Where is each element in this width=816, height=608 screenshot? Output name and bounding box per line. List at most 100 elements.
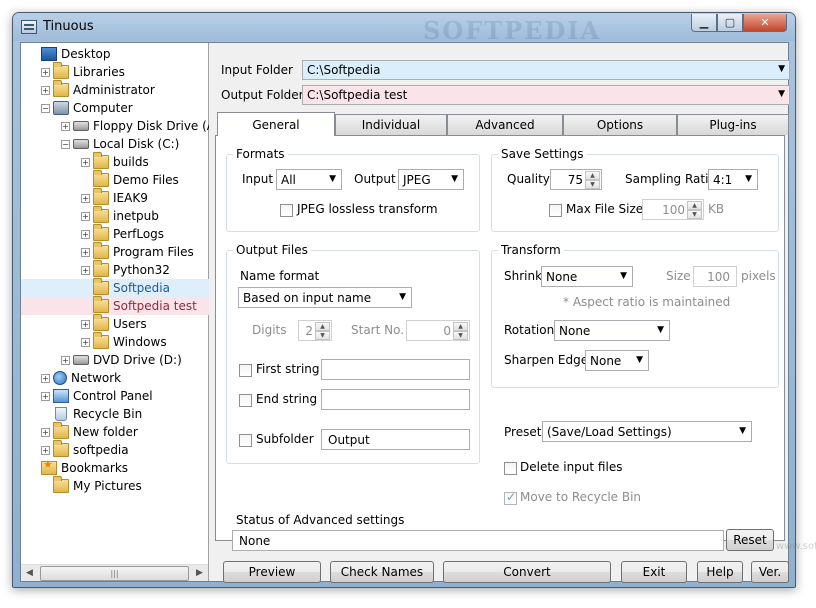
max-file-size-spinner[interactable]: 100 ▲ ▼ bbox=[642, 199, 704, 220]
tree-item[interactable]: − Computer bbox=[21, 99, 209, 117]
subfolder-input[interactable]: Output bbox=[321, 429, 470, 450]
check-names-button[interactable]: Check Names bbox=[330, 561, 434, 583]
spin-down-icon[interactable]: ▼ bbox=[453, 331, 468, 340]
subfolder-checkbox[interactable] bbox=[239, 434, 252, 447]
title-bar[interactable]: Tinuous SOFTPEDIA ▁ ▢ ✕ bbox=[13, 13, 795, 45]
help-button[interactable]: Help bbox=[697, 561, 743, 583]
preset-select[interactable]: (Save/Load Settings) ▼ bbox=[542, 421, 752, 442]
tree-item[interactable]: + softpedia bbox=[21, 440, 209, 459]
first-string-checkbox[interactable] bbox=[239, 364, 252, 377]
maximize-button[interactable]: ▢ bbox=[717, 14, 743, 32]
reset-button[interactable]: Reset bbox=[726, 529, 774, 551]
tree-item[interactable]: + New folder bbox=[21, 422, 209, 441]
tree-item[interactable]: My Pictures bbox=[21, 476, 209, 495]
expand-icon[interactable]: + bbox=[61, 355, 70, 365]
output-format-select[interactable]: JPEG ▼ bbox=[398, 169, 464, 190]
tree-item[interactable]: + PerfLogs bbox=[21, 224, 209, 243]
expand-icon[interactable]: + bbox=[41, 391, 50, 401]
tab-plug-ins[interactable]: Plug-ins bbox=[677, 114, 789, 135]
start-no-spinner[interactable]: 0 ▲ ▼ bbox=[406, 320, 470, 341]
spinner-buttons[interactable]: ▲ ▼ bbox=[585, 171, 600, 189]
tree-item[interactable]: + Program Files bbox=[21, 242, 209, 261]
minimize-button[interactable]: ▁ bbox=[691, 14, 717, 32]
spin-down-icon[interactable]: ▼ bbox=[585, 180, 600, 189]
scroll-right-icon[interactable]: ▶ bbox=[191, 565, 208, 582]
tree-item[interactable]: + Users bbox=[21, 314, 209, 333]
tab-options[interactable]: Options bbox=[563, 114, 677, 135]
delete-input-files-checkbox[interactable] bbox=[504, 462, 517, 475]
tree-item[interactable]: Desktop bbox=[21, 45, 209, 63]
move-to-recycle-bin-checkbox[interactable] bbox=[504, 490, 517, 505]
tree-item[interactable]: Demo Files bbox=[21, 170, 209, 189]
tab-advanced[interactable]: Advanced bbox=[447, 114, 563, 135]
spin-down-icon[interactable]: ▼ bbox=[315, 331, 330, 340]
size-input[interactable]: 100 bbox=[693, 266, 737, 287]
tree-item[interactable]: + Floppy Disk Drive (A:) bbox=[21, 117, 209, 135]
expand-icon[interactable]: + bbox=[61, 121, 70, 131]
subfolder-label[interactable]: Subfolder bbox=[256, 432, 314, 446]
close-button[interactable]: ✕ bbox=[743, 14, 787, 32]
expand-icon[interactable]: + bbox=[41, 85, 50, 95]
tree-item[interactable]: + inetpub bbox=[21, 206, 209, 225]
expand-icon[interactable]: + bbox=[81, 193, 90, 203]
tree-item[interactable]: + Python32 bbox=[21, 260, 209, 279]
end-string-checkbox[interactable] bbox=[239, 394, 252, 407]
tree-horizontal-scrollbar[interactable]: ◀ ||| ▶ bbox=[21, 564, 208, 581]
exit-button[interactable]: Exit bbox=[621, 561, 687, 583]
spinner-buttons[interactable]: ▲ ▼ bbox=[315, 322, 330, 340]
tree-item[interactable]: + DVD Drive (D:) bbox=[21, 351, 209, 369]
tree-item[interactable]: + Libraries bbox=[21, 62, 209, 81]
expand-icon[interactable]: + bbox=[81, 337, 90, 347]
spin-up-icon[interactable]: ▲ bbox=[687, 201, 702, 210]
rotation-select[interactable]: None ▼ bbox=[554, 320, 670, 341]
input-format-select[interactable]: All ▼ bbox=[276, 169, 342, 190]
max-file-size-label[interactable]: Max File Size bbox=[566, 202, 643, 216]
spin-up-icon[interactable]: ▲ bbox=[315, 322, 330, 331]
expand-icon[interactable]: + bbox=[41, 445, 50, 455]
chevron-down-icon[interactable]: ▼ bbox=[778, 64, 785, 74]
first-string-input[interactable] bbox=[321, 359, 470, 380]
collapse-icon[interactable]: − bbox=[41, 103, 50, 113]
tab-general[interactable]: General bbox=[217, 112, 335, 136]
move-to-recycle-bin-label[interactable]: Move to Recycle Bin bbox=[520, 490, 641, 504]
preview-button[interactable]: Preview bbox=[223, 561, 321, 583]
quality-spinner[interactable]: 75 ▲ ▼ bbox=[550, 169, 602, 190]
sharpen-edge-select[interactable]: None ▼ bbox=[585, 350, 649, 371]
spin-down-icon[interactable]: ▼ bbox=[687, 210, 702, 219]
tree-item[interactable]: Recycle Bin bbox=[21, 405, 209, 423]
expand-icon[interactable]: + bbox=[81, 265, 90, 275]
end-string-input[interactable] bbox=[321, 389, 470, 410]
convert-button[interactable]: Convert bbox=[443, 561, 611, 583]
expand-icon[interactable]: + bbox=[81, 157, 90, 167]
name-format-select[interactable]: Based on input name ▼ bbox=[238, 287, 412, 308]
tree-item[interactable]: Softpedia test bbox=[21, 296, 209, 315]
scroll-thumb[interactable]: ||| bbox=[40, 565, 189, 581]
end-string-label[interactable]: End string bbox=[256, 392, 317, 406]
ver-button[interactable]: Ver. bbox=[751, 561, 789, 583]
tree-item[interactable]: Softpedia bbox=[21, 278, 209, 297]
tree-item[interactable]: + Windows bbox=[21, 332, 209, 351]
tree-item[interactable]: + Network bbox=[21, 369, 209, 387]
expand-icon[interactable]: + bbox=[41, 67, 50, 77]
spin-up-icon[interactable]: ▲ bbox=[453, 322, 468, 331]
chevron-down-icon[interactable]: ▼ bbox=[778, 89, 785, 99]
input-folder-combo[interactable]: C:\Softpedia ▼ bbox=[302, 60, 790, 80]
expand-icon[interactable]: + bbox=[81, 211, 90, 221]
delete-input-files-label[interactable]: Delete input files bbox=[520, 460, 622, 474]
tree-item[interactable]: + builds bbox=[21, 152, 209, 171]
spinner-buttons[interactable]: ▲ ▼ bbox=[687, 201, 702, 219]
sampling-ratio-select[interactable]: 4:1 ▼ bbox=[708, 169, 758, 190]
expand-icon[interactable]: + bbox=[81, 319, 90, 329]
spinner-buttons[interactable]: ▲ ▼ bbox=[453, 322, 468, 340]
tree-item[interactable]: + Administrator bbox=[21, 80, 209, 99]
tree-item[interactable]: + Control Panel bbox=[21, 387, 209, 405]
expand-icon[interactable]: + bbox=[41, 373, 50, 383]
expand-icon[interactable]: + bbox=[81, 229, 90, 239]
jpeg-lossless-label[interactable]: JPEG lossless transform bbox=[297, 202, 438, 216]
scroll-left-icon[interactable]: ◀ bbox=[21, 565, 38, 582]
shrink-select[interactable]: None ▼ bbox=[541, 266, 633, 287]
tree-item[interactable]: + IEAK9 bbox=[21, 188, 209, 207]
spin-up-icon[interactable]: ▲ bbox=[585, 171, 600, 180]
digits-spinner[interactable]: 2 ▲ ▼ bbox=[298, 320, 332, 341]
first-string-label[interactable]: First string bbox=[256, 362, 320, 376]
